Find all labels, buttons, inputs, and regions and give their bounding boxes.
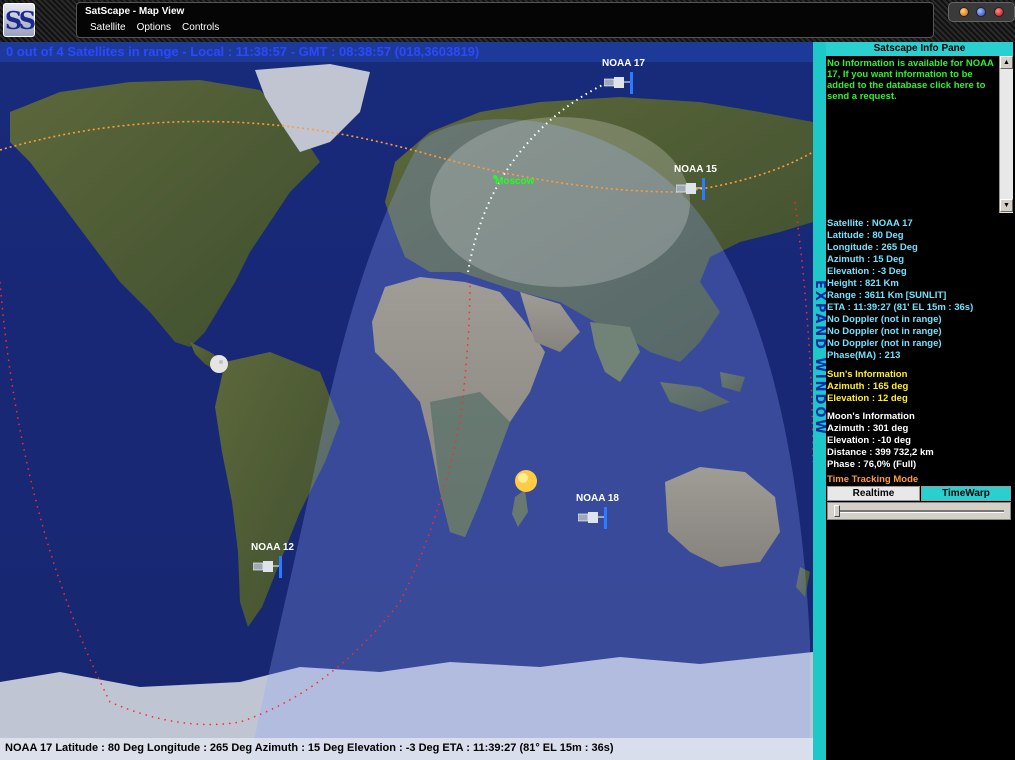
- slider-track: [834, 510, 1004, 513]
- expand-window-button[interactable]: EXPAND WINDOW: [812, 42, 827, 760]
- moon-info-line: Distance : 399 732,2 km: [827, 447, 934, 458]
- sat-info-line: Satellite : NOAA 17: [827, 218, 913, 229]
- sat-info-line: Elevation : -3 Deg: [827, 266, 907, 277]
- sat-info-line: Range : 3611 Km [SUNLIT]: [827, 290, 947, 301]
- satellite-label: NOAA 17: [602, 58, 645, 69]
- window-title: SatScape - Map View: [85, 6, 185, 17]
- close-button[interactable]: [994, 7, 1005, 17]
- satellite-icon: [676, 178, 705, 200]
- sat-info-line: ETA : 11:39:27 (81' EL 15m : 36s): [827, 302, 974, 313]
- sat-info-line: Height : 821 Km: [827, 278, 899, 289]
- tab-realtime[interactable]: Realtime: [827, 486, 920, 501]
- satellite-label: NOAA 18: [576, 493, 619, 504]
- info-scrollbar[interactable]: ▲ ▼: [999, 56, 1013, 213]
- minimize-button[interactable]: [958, 7, 969, 17]
- sat-info-line: No Doppler (not in range): [827, 314, 942, 325]
- moon-info-line: Phase : 76,0% (Full): [827, 459, 917, 470]
- moon-info-line: Moon's Information: [827, 411, 915, 422]
- time-slider[interactable]: [827, 502, 1011, 520]
- satellite-icon: [578, 507, 607, 529]
- menu-bar: Satellite Options Controls: [90, 22, 219, 33]
- tab-timewarp[interactable]: TimeWarp: [921, 486, 1011, 501]
- sat-info-line: Phase(MA) : 213: [827, 350, 901, 361]
- satellite-icon: [604, 72, 633, 94]
- moon-marker: [210, 355, 228, 373]
- satellite-label: NOAA 12: [251, 542, 294, 553]
- sun-info-line: Elevation : 12 deg: [827, 393, 908, 404]
- satellite-noaa-12[interactable]: NOAA 12: [249, 542, 299, 582]
- satellites-in-range-status: 0 out of 4 Satellites in range - Local :…: [6, 44, 480, 59]
- info-pane-header: Satscape Info Pane: [826, 42, 1013, 56]
- maximize-button[interactable]: [976, 7, 987, 17]
- satellite-label: NOAA 15: [674, 164, 717, 175]
- app-logo: SS: [3, 3, 36, 37]
- request-info-message[interactable]: No Information is available for NOAA 17,…: [827, 58, 1001, 102]
- moon-info: Moon's Information Azimuth : 301 deg Ele…: [827, 411, 934, 471]
- satellite-icon: [253, 556, 282, 578]
- sun-info: Sun's Information Azimuth : 165 deg Elev…: [827, 369, 908, 405]
- sun-info-line: Azimuth : 165 deg: [827, 381, 909, 392]
- sat-info-line: Azimuth : 15 Deg: [827, 254, 905, 265]
- satellite-noaa-17[interactable]: NOAA 17: [600, 58, 650, 98]
- menu-controls[interactable]: Controls: [182, 22, 219, 33]
- scroll-down-button[interactable]: ▼: [1000, 199, 1013, 212]
- sat-info-line: No Doppler (not in range): [827, 338, 942, 349]
- satellite-noaa-15[interactable]: NOAA 15: [672, 164, 722, 204]
- selected-satellite-status: NOAA 17 Latitude : 80 Deg Longitude : 26…: [5, 742, 614, 754]
- window-controls: [948, 2, 1015, 22]
- title-panel: SatScape - Map View Satellite Options Co…: [76, 2, 934, 38]
- world-map[interactable]: 0 out of 4 Satellites in range - Local :…: [0, 42, 813, 760]
- satellite-noaa-18[interactable]: NOAA 18: [574, 493, 624, 533]
- moon-info-line: Azimuth : 301 deg: [827, 423, 909, 434]
- city-label-moscow: Moscow: [495, 176, 535, 187]
- menu-options[interactable]: Options: [137, 22, 171, 33]
- slider-thumb[interactable]: [834, 505, 840, 517]
- sun-info-line: Sun's Information: [827, 369, 908, 380]
- title-bar: SS SatScape - Map View Satellite Options…: [0, 0, 1015, 42]
- time-tracking-mode-label: Time Tracking Mode: [827, 474, 919, 485]
- scroll-up-button[interactable]: ▲: [1000, 56, 1013, 69]
- info-pane: Satscape Info Pane No Information is ava…: [826, 42, 1015, 760]
- sat-info-line: No Doppler (not in range): [827, 326, 942, 337]
- sat-info-line: Latitude : 80 Deg: [827, 230, 904, 241]
- satellite-info: Satellite : NOAA 17 Latitude : 80 Deg Lo…: [827, 218, 973, 362]
- sat-info-line: Longitude : 265 Deg: [827, 242, 918, 253]
- menu-satellite[interactable]: Satellite: [90, 22, 126, 33]
- moon-info-line: Elevation : -10 deg: [827, 435, 911, 446]
- coverage-footprint: [430, 117, 690, 287]
- map-graphic: [0, 42, 813, 760]
